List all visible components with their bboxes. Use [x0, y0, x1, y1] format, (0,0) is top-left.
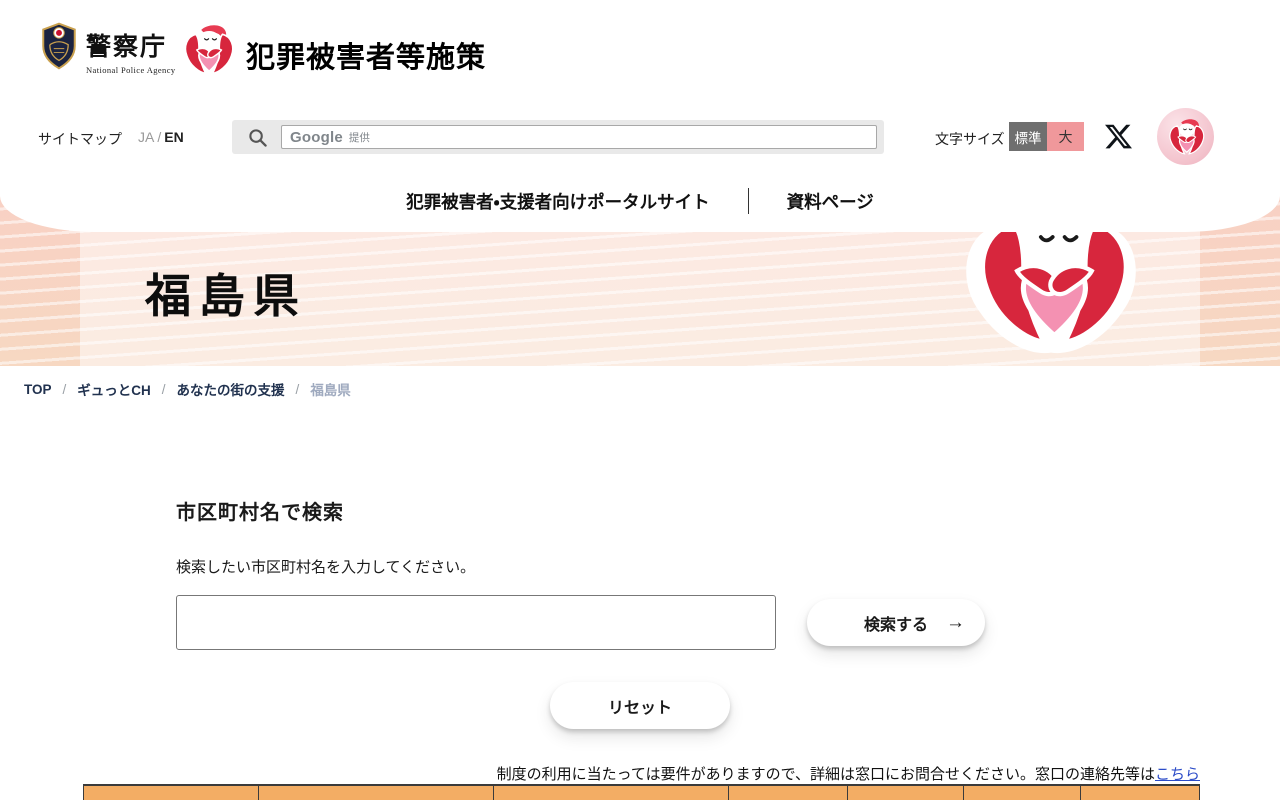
municipality-search-input[interactable] [176, 595, 776, 650]
police-emblem-icon [42, 22, 76, 70]
breadcrumb-separator: / [295, 381, 300, 397]
breadcrumb-top[interactable]: TOP [24, 382, 52, 397]
lang-ja-link[interactable]: JA [138, 129, 154, 145]
nav-docs-link[interactable]: 資料ページ [787, 189, 874, 214]
breadcrumb-separator: / [62, 381, 67, 397]
sitemap-link[interactable]: サイトマップ [38, 129, 122, 149]
x-social-icon[interactable] [1105, 123, 1132, 150]
reset-button[interactable]: リセット [550, 682, 730, 729]
table-header-cell [728, 786, 847, 800]
contact-note-text: 制度の利用に当たっては要件がありますので、詳細は窓口にお問合せください。窓口の連… [496, 766, 1155, 783]
arrow-right-icon: → [946, 611, 965, 633]
site-search-input[interactable] [281, 125, 877, 149]
breadcrumb-city-support[interactable]: あなたの街の支援 [177, 379, 285, 399]
contact-note-link[interactable]: こちら [1155, 766, 1200, 783]
font-size-label: 文字サイズ [935, 131, 1005, 147]
table-header-cell [847, 786, 963, 800]
table-header-cell [963, 786, 1080, 800]
breadcrumb-separator: / [161, 381, 166, 397]
agency-subtitle: National Police Agency [86, 65, 176, 75]
table-header-cell [83, 786, 258, 800]
site-header: 警察庁 National Police Agency 犯罪被害者等施策 サイトマ… [0, 0, 1280, 232]
breadcrumb-gyutto-ch[interactable]: ギュっとCH [77, 379, 151, 399]
table-header-cell [1080, 786, 1200, 800]
lang-en-link[interactable]: EN [164, 129, 183, 145]
agency-name: 警察庁 [86, 34, 168, 61]
font-size-standard-button[interactable]: 標準 [1009, 122, 1047, 151]
section-heading: 市区町村名で検索 [176, 502, 344, 524]
site-title[interactable]: 犯罪被害者等施策 [246, 34, 486, 76]
main-nav: 犯罪被害者・支援者向けポータルサイト 資料ページ [0, 188, 1280, 214]
heart-hug-mascot-icon [184, 25, 234, 75]
support-table-header-row [83, 784, 1200, 800]
breadcrumb-current: 福島県 [310, 383, 351, 398]
search-button-label: 検索する [863, 616, 928, 634]
language-switcher: JA / EN [138, 129, 184, 145]
site-search-bar: Google 提供 [232, 120, 884, 154]
page-title: 福島県 [145, 270, 307, 322]
contact-note: 制度の利用に当たっては要件がありますので、詳細は窓口にお問合せください。窓口の連… [497, 763, 1200, 784]
section-description: 検索したい市区町村名を入力してください。 [176, 559, 476, 576]
breadcrumb: TOP / ギュっとCH / あなたの街の支援 / 福島県 [24, 379, 351, 399]
mascot-logo [180, 22, 236, 78]
nav-portal-link[interactable]: 犯罪被害者・支援者向けポータルサイト [406, 189, 709, 214]
heart-hug-mascot-icon [1168, 118, 1204, 155]
agency-brand[interactable]: 警察庁 National Police Agency [86, 27, 176, 75]
font-size-large-button[interactable]: 大 [1047, 122, 1084, 151]
lang-separator: / [157, 129, 162, 145]
table-header-cell [258, 786, 493, 800]
table-header-cell [493, 786, 728, 800]
search-icon [249, 128, 267, 147]
nav-separator [747, 188, 749, 214]
search-button[interactable]: 検索する → [807, 599, 985, 646]
page: 福島県 警察庁 National Police Agency 犯罪被害者等施策 … [0, 0, 1280, 800]
mascot-button[interactable] [1157, 108, 1214, 165]
